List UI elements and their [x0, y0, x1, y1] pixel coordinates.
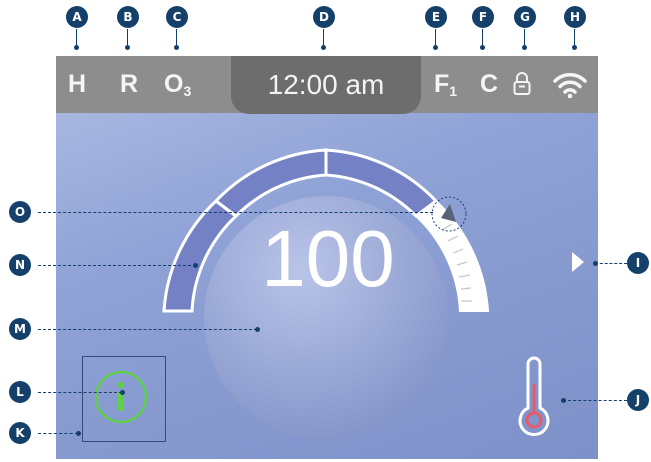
spa-control-screen: H R O3 12:00 am F1 C 100 — [56, 56, 598, 459]
callout-g: G — [514, 6, 536, 28]
callout-c: C — [166, 6, 188, 28]
callout-c-dot — [174, 45, 179, 50]
callout-l: L — [9, 381, 31, 403]
callout-e-dot — [433, 45, 438, 50]
callout-f: F — [472, 6, 494, 28]
callout-i: I — [627, 252, 649, 274]
thermometer-icon[interactable] — [514, 356, 554, 440]
callout-m-dot — [255, 327, 260, 332]
callout-l-dot — [120, 390, 125, 395]
callout-m: M — [9, 318, 31, 340]
callout-f-leader — [482, 29, 483, 45]
callout-a-leader — [76, 29, 77, 45]
callout-l-leader — [38, 392, 122, 393]
callout-h-dot — [572, 45, 577, 50]
callout-f-dot — [480, 45, 485, 50]
callout-o-leader — [38, 212, 433, 213]
callout-j-dot — [561, 398, 566, 403]
callout-h-leader — [574, 29, 575, 45]
setpoint-value: 100 — [261, 214, 395, 303]
callout-n-leader — [38, 265, 196, 266]
callout-d-dot — [321, 45, 326, 50]
callout-i-leader — [595, 263, 627, 264]
callout-c-leader — [176, 29, 177, 45]
callout-d: D — [313, 6, 335, 28]
callout-k-leader — [38, 433, 78, 434]
callout-a: A — [66, 6, 88, 28]
callout-j-leader — [563, 400, 627, 401]
play-arrow-icon[interactable] — [572, 252, 584, 272]
callout-m-leader — [38, 329, 257, 330]
callout-k: K — [9, 422, 31, 444]
callout-n-dot — [193, 263, 198, 268]
callout-n: N — [9, 254, 31, 276]
callout-i-dot — [593, 261, 598, 266]
callout-a-dot — [74, 45, 79, 50]
callout-h: H — [564, 6, 586, 28]
callout-o: O — [9, 201, 31, 223]
callout-e: E — [425, 6, 447, 28]
callout-b: B — [117, 6, 139, 28]
callout-d-leader — [323, 29, 324, 45]
callout-e-leader — [435, 29, 436, 45]
callout-j: J — [627, 389, 649, 411]
callout-g-dot — [522, 45, 527, 50]
callout-b-dot — [125, 45, 130, 50]
callout-g-leader — [524, 29, 525, 45]
callout-b-leader — [127, 29, 128, 45]
callout-k-dot — [76, 431, 81, 436]
info-icon[interactable] — [92, 368, 150, 426]
